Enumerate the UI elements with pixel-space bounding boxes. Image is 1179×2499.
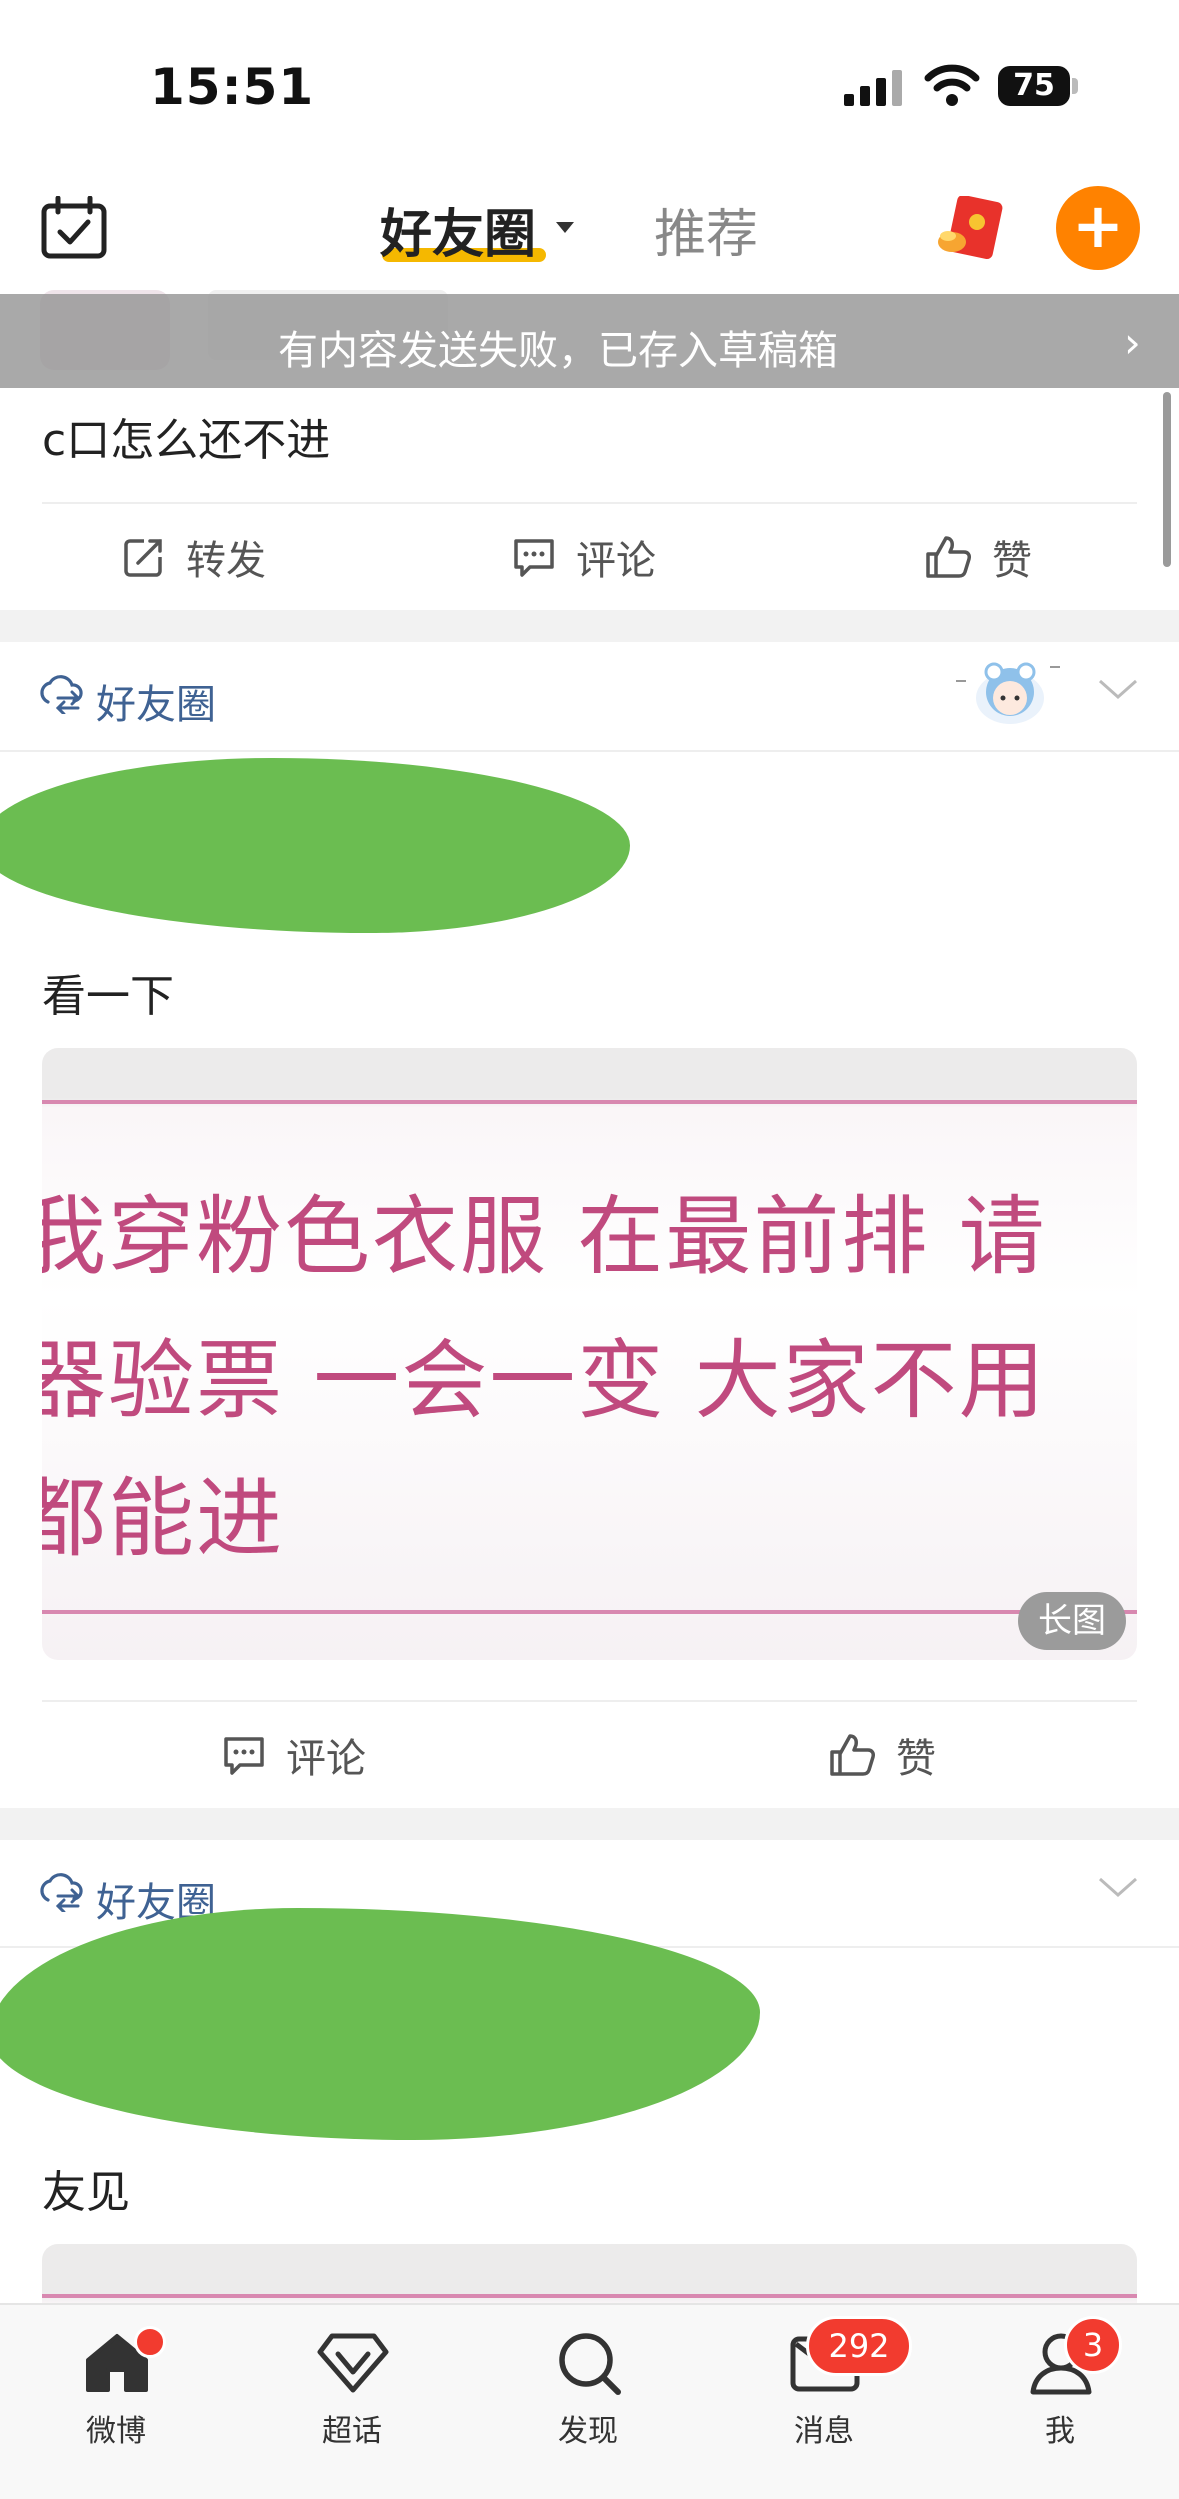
repost-label: 转发 — [186, 538, 266, 584]
comment-button[interactable]: 评论 — [512, 528, 656, 586]
post2-text: 看一下 — [42, 971, 174, 1022]
battery-indicator: 75 — [998, 66, 1070, 106]
comment-icon — [222, 1733, 266, 1777]
compose-plus-button[interactable]: + — [1056, 186, 1140, 270]
divider — [0, 750, 1179, 752]
tab-label: 发现 — [558, 2414, 618, 2449]
search-icon — [556, 2330, 622, 2400]
tab-recommend[interactable]: 推荐 — [654, 192, 758, 267]
thumbs-up-icon — [828, 1732, 876, 1778]
signal-icon — [844, 68, 906, 112]
avatar[interactable] — [950, 646, 1070, 726]
me-count-badge: 3 — [1064, 2316, 1122, 2374]
like-button[interactable]: 赞 — [924, 528, 1032, 586]
like-label: 赞 — [896, 1736, 936, 1782]
caret-down-icon[interactable] — [556, 222, 574, 233]
divider — [42, 1700, 1137, 1702]
diamond-icon — [316, 2332, 390, 2398]
image-bottom-line — [42, 1610, 1137, 1614]
image-text-line-3: 都能进 — [42, 1469, 284, 1569]
comment-icon — [512, 535, 556, 579]
image-text-line-1: 我穿粉色衣服 在最前排 请 — [42, 1187, 1047, 1287]
tab-discover[interactable]: 发现 — [518, 2326, 658, 2466]
repost-button[interactable]: 转发 — [122, 528, 266, 586]
chevron-down-icon[interactable] — [1098, 670, 1138, 710]
like-label: 赞 — [992, 538, 1032, 584]
scrollbar[interactable] — [1163, 392, 1171, 567]
battery-tip — [1072, 78, 1078, 94]
friends-circle-label[interactable]: 好友圈 — [96, 672, 216, 730]
tab-label: 我 — [1045, 2414, 1075, 2449]
status-time: 15:51 — [150, 58, 315, 116]
tab-super-topic[interactable]: 超话 — [282, 2326, 422, 2466]
redacted-username — [0, 1908, 760, 2140]
tab-label: 微博 — [86, 2414, 146, 2449]
post3-text: 友见 — [42, 2167, 130, 2218]
divider — [42, 502, 1137, 504]
calendar-checkin-icon[interactable] — [40, 195, 110, 264]
comment-label: 评论 — [576, 538, 656, 584]
wifi-icon — [924, 62, 980, 112]
image-top-line — [42, 1100, 1137, 1104]
comment-label: 评论 — [286, 1736, 366, 1782]
image-text-line-2: 器验票 一会一变 大家不用 — [42, 1331, 1047, 1431]
tab-label: 消息 — [794, 2414, 854, 2449]
tab-weibo[interactable]: 微博 — [46, 2326, 186, 2466]
tab-friends-circle[interactable]: 好友圈 — [380, 192, 536, 267]
chevron-down-icon[interactable] — [1098, 1868, 1138, 1908]
post1-text: c口怎么还不进 — [42, 415, 331, 466]
repost-icon — [122, 535, 166, 579]
comment-button[interactable]: 评论 — [222, 1726, 366, 1784]
like-button[interactable]: 赞 — [828, 1726, 936, 1784]
toast-message: 有内容发送失败，已存入草稿箱 — [278, 328, 838, 374]
tab-label: 超话 — [322, 2414, 382, 2449]
image-top-line — [42, 2294, 1137, 2298]
message-count-badge: 292 — [806, 2316, 912, 2376]
thumbs-up-icon — [924, 534, 972, 580]
long-image[interactable]: 我穿粉色衣服 在最前排 请 器验票 一会一变 大家不用 都能进 — [42, 1048, 1137, 1660]
friends-circle-icon — [38, 1870, 84, 1916]
chevron-right-icon[interactable]: › — [1124, 318, 1141, 367]
long-image-badge: 长图 — [1018, 1592, 1126, 1650]
notification-dot — [134, 2326, 166, 2358]
section-gap — [0, 610, 1179, 642]
section-gap — [0, 1808, 1179, 1840]
friends-circle-icon — [38, 672, 84, 718]
redacted-username — [0, 758, 630, 933]
red-packet-icon[interactable] — [934, 194, 1006, 268]
